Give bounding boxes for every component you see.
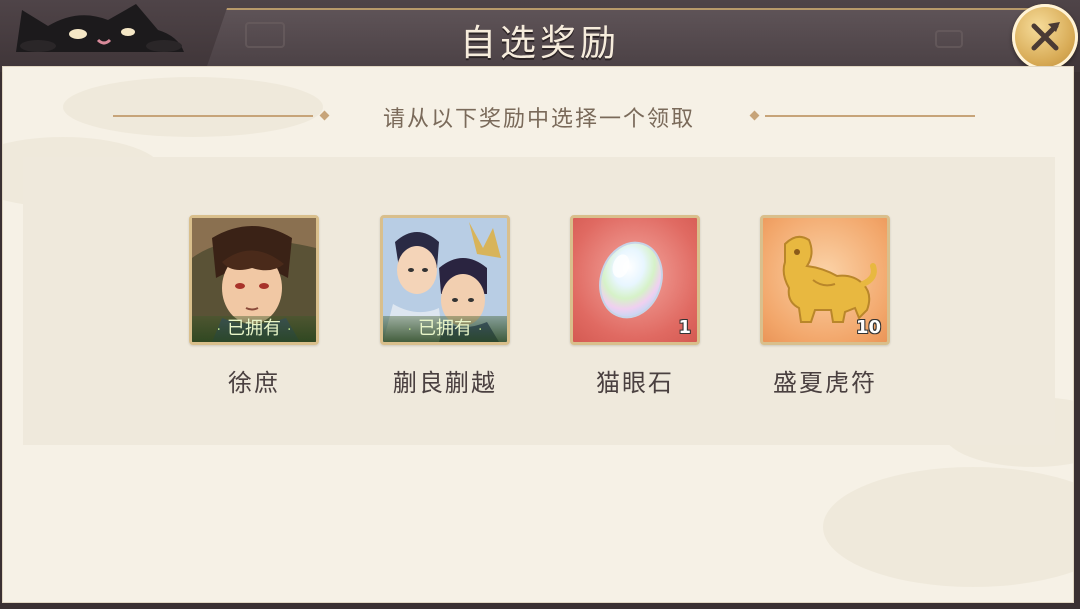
reward-name: 蒯良蒯越 [393,369,497,397]
reward-panel: 请从以下奖励中选择一个领取 · 已拥有 · 徐庶 · 已拥有 · 蒯良蒯越 1 … [2,66,1074,603]
subtitle-instruction: 请从以下奖励中选择一个领取 [382,107,695,132]
dialog-title: 自选奖励 [459,23,620,64]
reward-item-cats-eye-stone[interactable]: 1 猫眼石 [568,215,702,398]
close-button[interactable] [1012,4,1078,70]
item-count: 1 [678,317,691,338]
owned-badge: · 已拥有 · [192,316,316,342]
reward-frame[interactable]: 10 [760,215,890,345]
reward-item-summer-tiger-tally[interactable]: 10 盛夏虎符 [758,215,892,398]
reward-item-kuai-brothers[interactable]: · 已拥有 · 蒯良蒯越 [378,215,512,398]
reward-frame[interactable]: · 已拥有 · [189,215,319,345]
reward-name: 猫眼石 [596,369,674,397]
cloud-decoration [823,467,1073,587]
reward-item-xu-shu[interactable]: · 已拥有 · 徐庶 [187,215,321,398]
reward-frame[interactable]: 1 [570,215,700,345]
reward-name: 盛夏虎符 [773,369,877,397]
title-bar: 自选奖励 [0,0,1080,72]
reward-list: · 已拥有 · 徐庶 · 已拥有 · 蒯良蒯越 1 猫眼石 10 盛夏虎符 [23,157,1055,445]
reward-name: 徐庶 [228,369,280,397]
reward-frame[interactable]: · 已拥有 · [380,215,510,345]
subtitle-row: 请从以下奖励中选择一个领取 [3,101,1073,132]
owned-badge: · 已拥有 · [383,316,507,342]
subtitle-divider-right [765,115,975,117]
item-count: 10 [855,317,881,338]
close-x-icon [1031,22,1060,51]
